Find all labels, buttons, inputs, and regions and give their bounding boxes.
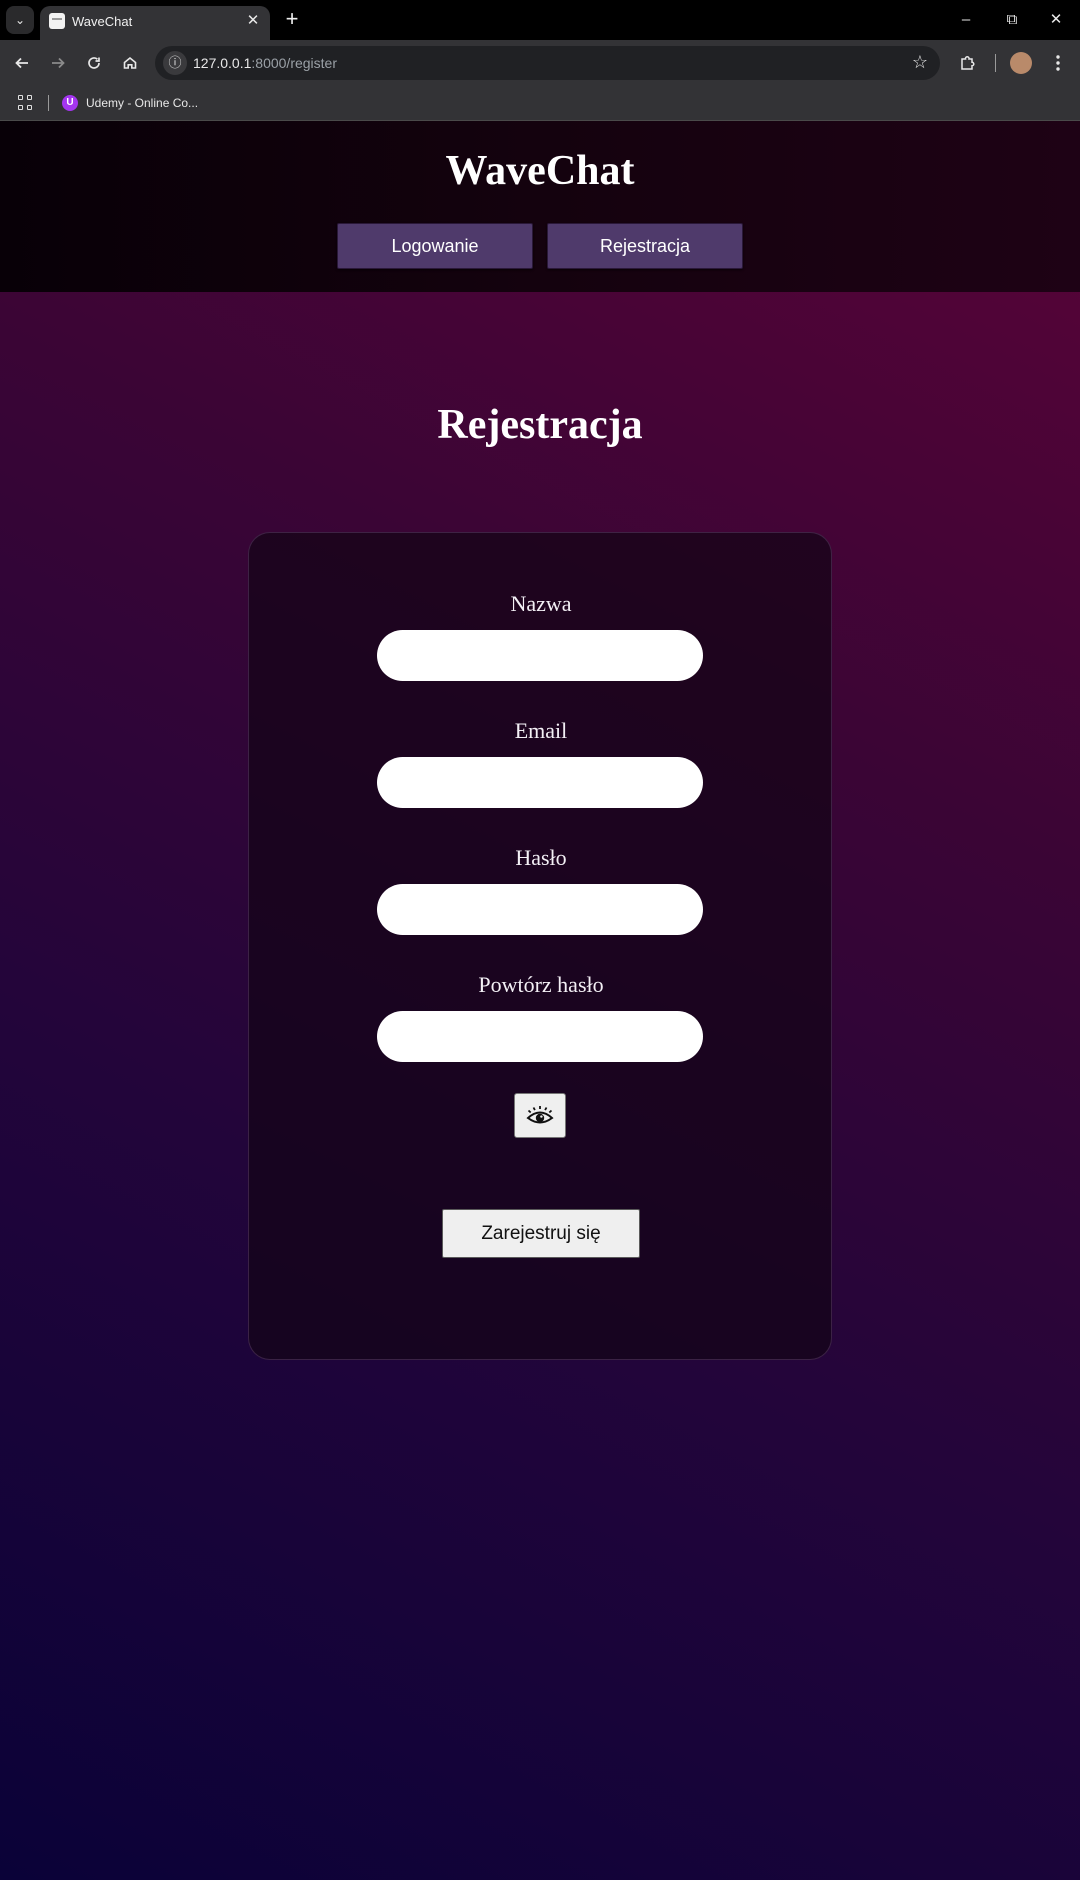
close-tab-icon[interactable]: ✕ xyxy=(244,12,262,30)
register-nav-button[interactable]: Rejestracja xyxy=(547,223,743,269)
udemy-logo-icon: U xyxy=(62,95,78,111)
menu-kebab-icon[interactable] xyxy=(1044,49,1072,77)
extensions-puzzle-icon[interactable] xyxy=(954,49,982,77)
page-viewport: WaveChat Logowanie Rejestracja Rejestrac… xyxy=(0,121,1080,1880)
chevron-down-icon: ⌄ xyxy=(14,13,26,27)
bookmarks-bar: U Udemy - Online Co... xyxy=(0,86,1080,121)
page-title: Rejestracja xyxy=(437,402,643,448)
repeat-password-input[interactable] xyxy=(377,1011,703,1062)
password-label: Hasło xyxy=(515,845,567,870)
password-input[interactable] xyxy=(377,884,703,935)
name-input[interactable] xyxy=(377,630,703,681)
new-tab-plus-icon[interactable]: + xyxy=(280,8,304,32)
forward-arrow-icon[interactable] xyxy=(44,49,72,77)
browser-tab-bar: ⌄ WaveChat ✕ + – ⧉ ✕ xyxy=(0,0,1080,40)
home-icon[interactable] xyxy=(116,49,144,77)
site-title: WaveChat xyxy=(445,148,635,194)
repeat-password-label: Powtórz hasło xyxy=(478,972,604,997)
bookmark-star-icon[interactable]: ☆ xyxy=(912,52,928,73)
toggle-password-visibility-button[interactable] xyxy=(514,1093,566,1138)
registration-form: Nazwa Email Hasło Powtórz hasło Zarejest… xyxy=(248,532,832,1360)
browser-tab[interactable]: WaveChat ✕ xyxy=(40,6,270,40)
register-submit-button[interactable]: Zarejestruj się xyxy=(442,1209,640,1258)
email-label: Email xyxy=(514,718,568,743)
name-label: Nazwa xyxy=(510,591,572,616)
browser-toolbar: ⓘ 127.0.0.1:8000/register ☆ xyxy=(0,40,1080,86)
profile-avatar[interactable] xyxy=(1010,52,1032,74)
email-input[interactable] xyxy=(377,757,703,808)
address-bar[interactable]: ⓘ 127.0.0.1:8000/register ☆ xyxy=(155,46,940,80)
login-nav-button[interactable]: Logowanie xyxy=(337,223,533,269)
restore-icon[interactable]: ⧉ xyxy=(992,6,1032,34)
url-path: :8000/register xyxy=(251,55,337,71)
toolbar-divider xyxy=(995,54,996,72)
url-host: 127.0.0.1 xyxy=(193,55,252,71)
reload-icon[interactable] xyxy=(80,49,108,77)
apps-grid-icon[interactable] xyxy=(18,95,34,111)
close-window-icon[interactable]: ✕ xyxy=(1036,6,1076,34)
site-header: WaveChat Logowanie Rejestracja xyxy=(0,121,1080,292)
bookmark-udemy[interactable]: U Udemy - Online Co... xyxy=(62,93,198,113)
bookmark-label: Udemy - Online Co... xyxy=(86,96,199,110)
eye-icon xyxy=(526,1105,554,1123)
url-text: 127.0.0.1:8000/register xyxy=(193,55,337,71)
minimize-icon[interactable]: – xyxy=(946,6,986,34)
tab-search-button[interactable]: ⌄ xyxy=(6,6,34,34)
back-arrow-icon[interactable] xyxy=(8,49,36,77)
tab-title: WaveChat xyxy=(72,14,133,29)
bookmarks-divider xyxy=(48,95,49,111)
site-info-icon[interactable]: ⓘ xyxy=(163,51,187,75)
page-favicon-icon xyxy=(49,13,65,29)
